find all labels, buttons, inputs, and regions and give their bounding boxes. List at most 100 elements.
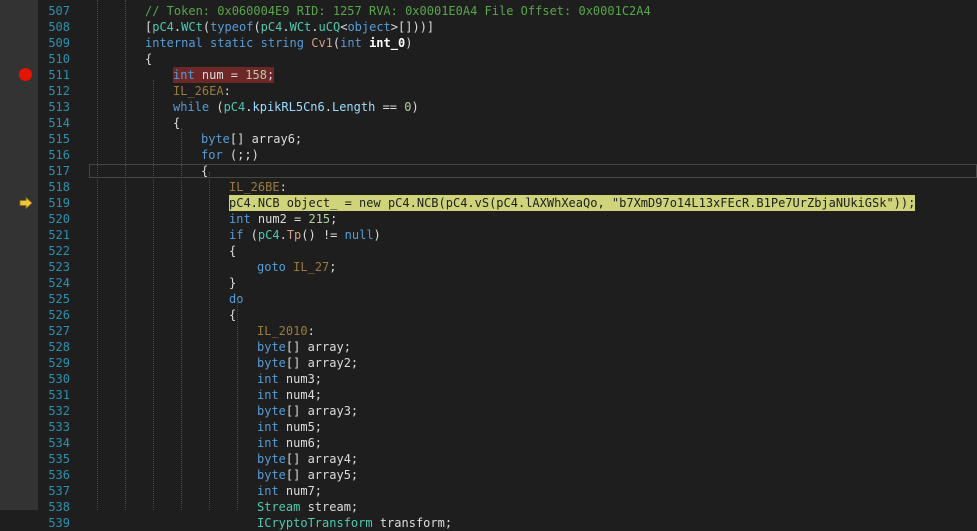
code-token: } bbox=[229, 276, 237, 290]
code-editor[interactable]: 507 // Token: 0x060004E9 RID: 1257 RVA: 0… bbox=[0, 0, 977, 530]
code-text: pC4.NCB object_ = new pC4.NCB(pC4.vS(pC4… bbox=[229, 195, 916, 211]
code-line[interactable]: 529 byte[] array2; bbox=[0, 355, 977, 371]
code-line[interactable]: 513 while (pC4.kpikRL5Cn6.Length == 0) bbox=[0, 99, 977, 115]
code-text: byte[] array2; bbox=[257, 355, 358, 371]
code-line[interactable]: 537 int num7; bbox=[0, 483, 977, 499]
code-text: ICryptoTransform transform; bbox=[257, 515, 452, 531]
code-line[interactable]: 510 { bbox=[0, 51, 977, 67]
indent-guide bbox=[97, 0, 98, 510]
code-line[interactable]: 530 int num3; bbox=[0, 371, 977, 387]
indent-guide bbox=[153, 80, 154, 510]
breakpoint-icon[interactable] bbox=[19, 68, 32, 81]
code-token: == bbox=[375, 100, 405, 114]
code-line[interactable]: 534 int num6; bbox=[0, 435, 977, 451]
code-line[interactable]: 531 int num4; bbox=[0, 387, 977, 403]
code-text: int num4; bbox=[257, 387, 322, 403]
code-token: . bbox=[282, 20, 290, 34]
code-text: byte[] array3; bbox=[257, 403, 358, 419]
code-token: () != bbox=[301, 228, 345, 242]
code-line[interactable]: 535 byte[] array4; bbox=[0, 451, 977, 467]
code-token: Tp bbox=[286, 228, 302, 242]
code-token: WCt bbox=[289, 20, 312, 34]
code-token: pC4.NCB object_ = new pC4.NCB(pC4.vS(pC4… bbox=[229, 196, 916, 210]
code-token: ; bbox=[330, 212, 338, 226]
code-text: Stream stream; bbox=[257, 499, 358, 515]
code-token: static bbox=[210, 36, 254, 50]
code-line[interactable]: 536 byte[] array5; bbox=[0, 467, 977, 483]
code-token: transform; bbox=[372, 516, 453, 530]
code-line[interactable]: 520 int num2 = 215; bbox=[0, 211, 977, 227]
code-line[interactable]: 533 int num5; bbox=[0, 419, 977, 435]
line-number: 531 bbox=[48, 388, 70, 402]
code-text: goto IL_27; bbox=[257, 259, 337, 275]
line-number: 508 bbox=[48, 20, 70, 34]
code-token: [] array5; bbox=[285, 468, 359, 482]
code-token: int bbox=[173, 68, 195, 82]
line-number: 536 bbox=[48, 468, 70, 482]
code-text: if (pC4.Tp() != null) bbox=[229, 227, 381, 243]
code-line[interactable]: 512 IL_26EA: bbox=[0, 83, 977, 99]
code-token: for bbox=[201, 148, 223, 162]
code-line[interactable]: 515 byte[] array6; bbox=[0, 131, 977, 147]
code-line[interactable]: 526 { bbox=[0, 307, 977, 323]
code-token: [] array3; bbox=[285, 404, 359, 418]
code-token: goto bbox=[257, 260, 286, 274]
code-token: ICryptoTransform bbox=[257, 516, 373, 530]
code-line[interactable]: 523 goto IL_27; bbox=[0, 259, 977, 275]
code-line[interactable]: 539 ICryptoTransform transform; bbox=[0, 515, 977, 531]
code-text: IL_26EA: bbox=[173, 83, 231, 99]
code-token: 215 bbox=[308, 212, 331, 226]
line-number: 516 bbox=[48, 148, 70, 162]
code-line[interactable]: 509 internal static string Cv1(int int_0) bbox=[0, 35, 977, 51]
code-token: . bbox=[311, 20, 319, 34]
code-token: pC4 bbox=[152, 20, 174, 34]
line-number: 529 bbox=[48, 356, 70, 370]
code-token: num7; bbox=[278, 484, 323, 498]
code-token: (;;) bbox=[222, 148, 259, 162]
code-token: IL_26EA bbox=[173, 84, 224, 98]
line-number: 528 bbox=[48, 340, 70, 354]
code-token: pC4 bbox=[260, 20, 283, 34]
current-statement-arrow-icon[interactable] bbox=[19, 197, 33, 209]
code-line[interactable]: 511 int num = 158; bbox=[0, 67, 977, 83]
code-line[interactable]: 516 for (;;) bbox=[0, 147, 977, 163]
code-line[interactable]: 528 byte[] array; bbox=[0, 339, 977, 355]
code-text: IL_26BE: bbox=[229, 179, 287, 195]
code-line[interactable]: 521 if (pC4.Tp() != null) bbox=[0, 227, 977, 243]
code-line[interactable]: 522 { bbox=[0, 243, 977, 259]
code-token: [] array; bbox=[285, 340, 351, 354]
code-token: int bbox=[257, 484, 279, 498]
line-number: 524 bbox=[48, 276, 70, 290]
code-line[interactable]: 518 IL_26BE: bbox=[0, 179, 977, 195]
code-line[interactable]: 507 // Token: 0x060004E9 RID: 1257 RVA: 0… bbox=[0, 3, 977, 19]
code-token: num2 = bbox=[250, 212, 309, 226]
code-token: ) bbox=[373, 228, 381, 242]
code-text: while (pC4.kpikRL5Cn6.Length == 0) bbox=[173, 99, 419, 115]
code-token: Cv1 bbox=[311, 36, 333, 50]
line-number: 523 bbox=[48, 260, 70, 274]
code-token: ) bbox=[411, 100, 419, 114]
code-token: int bbox=[257, 372, 279, 386]
code-token: string bbox=[260, 36, 304, 50]
code-line[interactable]: 524} bbox=[0, 275, 977, 291]
code-line[interactable]: 508 [pC4.WCt(typeof(pC4.WCt.uCQ<object>[]… bbox=[0, 19, 977, 35]
code-line[interactable]: 527 IL_2010: bbox=[0, 323, 977, 339]
code-text: byte[] array5; bbox=[257, 467, 358, 483]
code-line[interactable]: 514 { bbox=[0, 115, 977, 131]
code-line[interactable]: 525 do bbox=[0, 291, 977, 307]
code-token: ; bbox=[266, 68, 275, 82]
code-token: null bbox=[344, 228, 374, 242]
code-token: typeof bbox=[210, 20, 254, 34]
code-line[interactable]: 538 Stream stream; bbox=[0, 499, 977, 515]
code-token: { bbox=[229, 244, 237, 258]
code-line[interactable]: 519 pC4.NCB object_ = new pC4.NCB(pC4.vS(… bbox=[0, 195, 977, 211]
code-token: >[]))] bbox=[390, 20, 435, 34]
code-token: pC4 bbox=[223, 100, 246, 114]
code-line[interactable]: 532 byte[] array3; bbox=[0, 403, 977, 419]
code-token: IL_2010 bbox=[257, 324, 308, 338]
code-token: ( bbox=[243, 228, 258, 242]
code-token: // Token: 0x060004E9 RID: 1257 RVA: 0x00… bbox=[145, 4, 651, 18]
code-text: { bbox=[173, 115, 180, 131]
